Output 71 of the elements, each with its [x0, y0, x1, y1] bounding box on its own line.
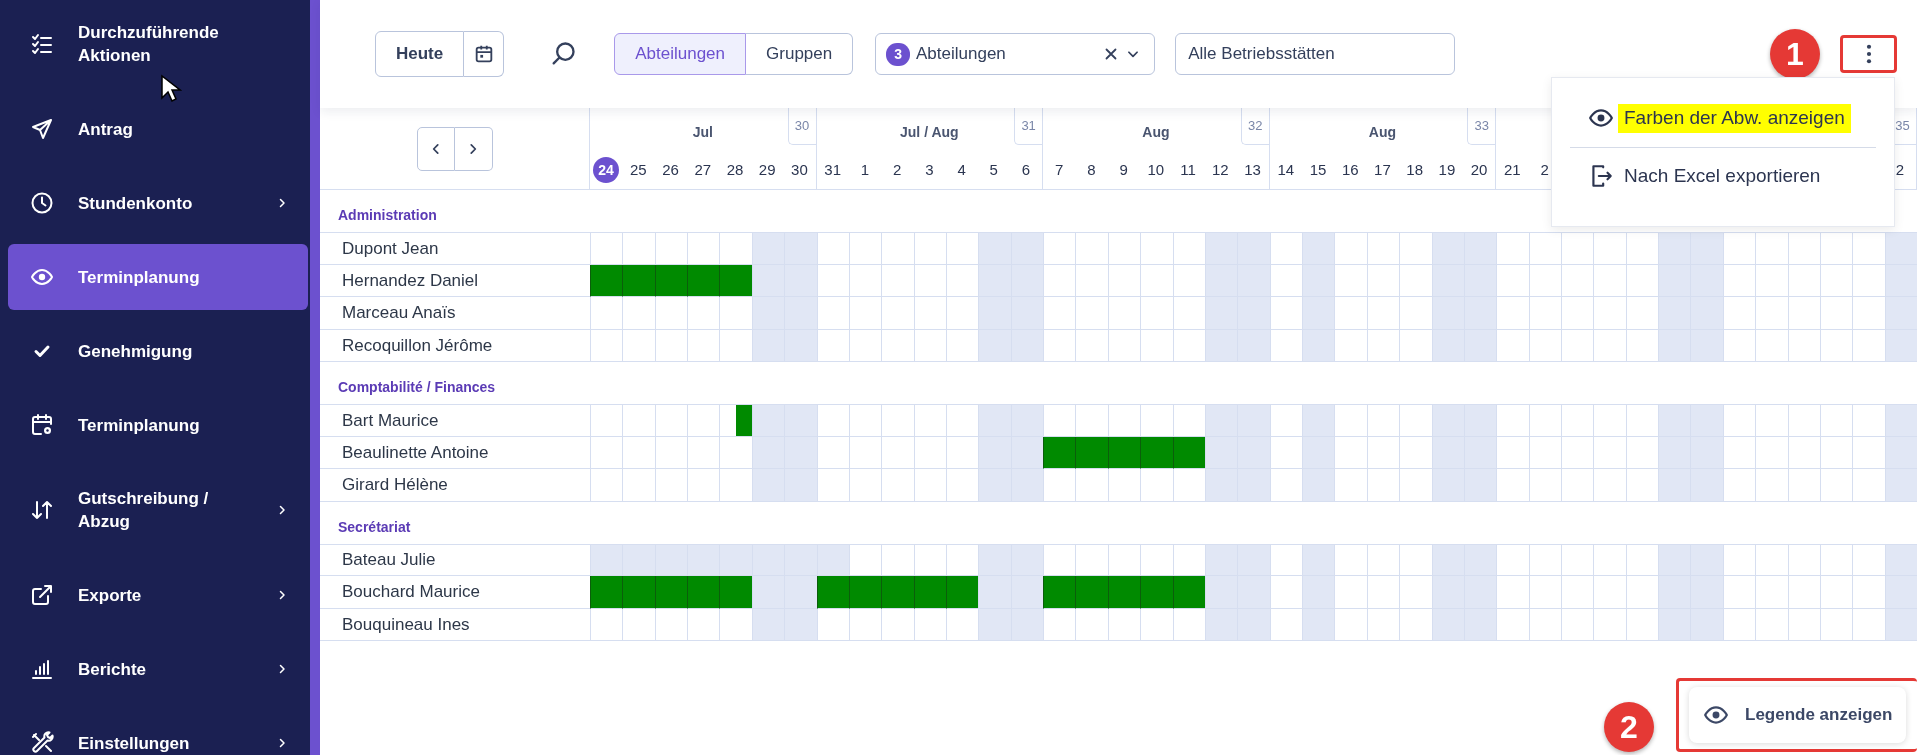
day-number: 26 [662, 159, 679, 180]
day-number: 2 [1540, 159, 1549, 180]
sidebar-item[interactable]: Exporte [8, 562, 308, 628]
sidebar-item[interactable]: Terminplanung [8, 244, 308, 310]
sidebar-item[interactable]: Antrag [8, 96, 308, 162]
employee-name: Marceau Anaïs [320, 297, 590, 330]
month-label: Aug [1142, 122, 1170, 142]
week-number: 31 [1014, 108, 1043, 145]
callout-badge: 1 [1770, 29, 1820, 79]
day-number: 13 [1244, 159, 1261, 180]
group-label: Administration [338, 206, 437, 225]
department-select[interactable]: 3 Abteilungen [875, 33, 1156, 75]
employee-name: Bouquineau Ines [320, 608, 590, 641]
day-number: 24 [593, 157, 620, 183]
day-number: 30 [791, 159, 808, 180]
week-number: 33 [1467, 108, 1496, 145]
employee-name: Beaulinette Antoine [320, 436, 590, 469]
view-tab[interactable]: Abteilungen [614, 33, 747, 75]
sidebar-item[interactable]: Terminplanung [8, 392, 308, 458]
day-number: 27 [694, 159, 712, 180]
sidebar-item[interactable]: Genehmigung [8, 318, 308, 384]
month-label: Jul [692, 122, 713, 142]
day-number: 15 [1309, 159, 1327, 180]
day-number: 10 [1147, 159, 1165, 180]
sidebar-item[interactable]: Stundenkonto [8, 170, 308, 236]
day-number: 18 [1406, 159, 1423, 180]
day-number: 31 [824, 159, 841, 180]
view-tab[interactable]: Gruppen [746, 33, 854, 75]
day-number: 6 [1021, 159, 1031, 180]
callout-badge: 2 [1604, 702, 1654, 752]
sidebar-item[interactable]: Gutschreibung / Abzug [8, 466, 308, 554]
day-number: 11 [1180, 159, 1196, 180]
employee-name: Dupont Jean [320, 232, 590, 265]
day-number: 16 [1341, 159, 1359, 180]
count-badge: 3 [886, 42, 910, 66]
day-number: 4 [957, 159, 966, 180]
day-number: 9 [1119, 159, 1128, 180]
group-label: Comptabilité / Finances [338, 378, 496, 397]
day-number: 20 [1470, 159, 1488, 180]
today-button[interactable]: Heute [375, 31, 465, 77]
day-number: 2 [892, 159, 902, 180]
day-number: 14 [1277, 159, 1295, 180]
menu-item[interactable]: Nach Excel exportieren [1570, 155, 1876, 196]
day-number: 3 [925, 159, 934, 180]
employee-name: Recoquillon Jérôme [320, 329, 590, 362]
week-number: 30 [787, 108, 816, 145]
legend-button[interactable]: Legende anzeigen [1689, 687, 1907, 743]
day-number: 29 [758, 159, 776, 180]
day-number: 7 [1055, 159, 1064, 180]
sidebar-item[interactable]: Einstellungen [8, 710, 308, 755]
day-number: 19 [1438, 159, 1456, 180]
employee-name: Bateau Julie [320, 543, 590, 576]
day-number: 28 [726, 159, 744, 180]
day-number: 2 [1895, 159, 1905, 180]
day-number: 1 [860, 159, 870, 180]
day-number: 12 [1212, 159, 1229, 180]
sidebar-item[interactable]: Berichte [8, 636, 308, 702]
month-label: Aug [1368, 122, 1397, 142]
day-number: 8 [1087, 159, 1096, 180]
site-select[interactable]: Alle Betriebsstätten [1175, 33, 1456, 75]
select-value: Abteilungen [916, 43, 1007, 66]
group-label: Secrétariat [338, 517, 411, 537]
day-number: 25 [630, 159, 647, 180]
day-number: 5 [989, 159, 998, 180]
day-number: 21 [1504, 159, 1521, 180]
week-number: 32 [1240, 108, 1269, 145]
day-number: 17 [1374, 159, 1391, 180]
employee-name: Bart Maurice [320, 404, 590, 437]
employee-name: Girard Hélène [320, 469, 590, 502]
month-label: Jul / Aug [900, 122, 959, 142]
sidebar-item[interactable]: Durchzuführende Aktionen [8, 0, 308, 88]
